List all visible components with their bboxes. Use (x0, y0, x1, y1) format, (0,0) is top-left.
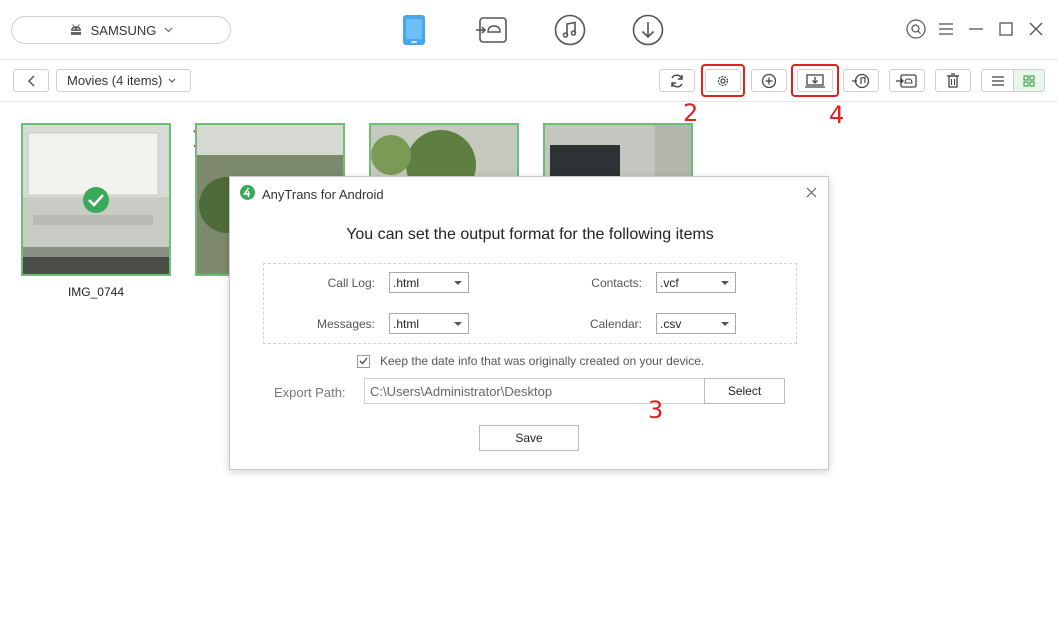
messages-format-value: .html (393, 316, 420, 331)
search-icon[interactable] (906, 18, 926, 40)
minimize-icon[interactable] (966, 18, 986, 40)
grid-view-button[interactable] (1014, 69, 1045, 92)
maximize-icon[interactable] (996, 18, 1016, 40)
annotation-4: 4 (829, 101, 845, 129)
app-logo-icon (240, 185, 255, 203)
refresh-icon (671, 74, 683, 87)
contacts-format-select[interactable]: .vcf (656, 272, 736, 293)
android-icon (69, 24, 83, 36)
dropdown-arrow-icon (454, 281, 462, 285)
export-path-value: C:\Users\Administrator\Desktop (370, 383, 553, 399)
keep-date-checkbox[interactable] (357, 354, 370, 368)
export-highlight (791, 64, 839, 97)
call-log-format-select[interactable]: .html (389, 272, 469, 293)
check-icon (359, 357, 368, 365)
export-path-label: Export Path: (274, 385, 346, 400)
dialog-close-button[interactable] (803, 184, 819, 200)
list-view-icon (991, 75, 1004, 86)
grid-view-icon (1023, 74, 1035, 87)
top-bar: SAMSUNG (0, 0, 1058, 60)
call-log-format-value: .html (393, 275, 420, 290)
add-button[interactable] (751, 69, 787, 92)
messages-format-select[interactable]: .html (389, 313, 469, 334)
thumbnail-label: IMG_0744 (67, 285, 125, 299)
video-thumbnail[interactable] (21, 123, 171, 276)
close-icon[interactable] (1026, 18, 1046, 40)
dropdown-arrow-icon (721, 281, 729, 285)
music-icon[interactable] (551, 11, 589, 49)
contacts-format-value: .vcf (660, 275, 679, 290)
export-to-itunes-button[interactable] (843, 69, 879, 92)
window-controls (906, 18, 1046, 40)
call-log-label: Call Log: (327, 276, 375, 290)
select-path-button[interactable]: Select (704, 378, 785, 404)
dialog-title-bar: AnyTrans for Android (240, 185, 384, 203)
menu-icon[interactable] (936, 18, 956, 40)
folder-dropdown[interactable]: Movies (4 items) (56, 69, 191, 92)
dropdown-arrow-icon (454, 322, 462, 326)
messages-label: Messages: (316, 317, 375, 331)
keep-date-row: Keep the date info that was originally c… (357, 354, 704, 368)
dialog-heading: You can set the output format for the fo… (346, 226, 714, 243)
phone-icon[interactable] (395, 11, 433, 49)
annotation-3: 3 (648, 396, 664, 424)
delete-icon (947, 72, 959, 88)
android-transfer-icon[interactable] (473, 11, 511, 49)
contacts-label: Contacts: (591, 276, 642, 290)
settings-highlight (701, 64, 745, 97)
export-to-itunes-icon (852, 73, 870, 88)
app-window: SAMSUNG Movies (4 items) 2 4 3 IMG_0744 … (0, 0, 1058, 638)
list-view-button[interactable] (981, 69, 1014, 92)
output-format-dialog: AnyTrans for Android You can set the out… (229, 176, 829, 470)
save-button[interactable]: Save (479, 425, 579, 451)
export-to-device-icon (896, 73, 917, 88)
back-button[interactable] (13, 69, 49, 92)
add-icon (761, 73, 777, 88)
chevron-down-icon (164, 27, 173, 33)
toolbar: Movies (4 items) (0, 60, 1058, 102)
dialog-title: AnyTrans for Android (262, 186, 384, 202)
calendar-label: Calendar: (589, 317, 642, 331)
device-selector[interactable]: SAMSUNG (11, 16, 231, 44)
chevron-down-icon (168, 78, 176, 83)
delete-button[interactable] (935, 69, 971, 92)
export-to-device-button[interactable] (889, 69, 925, 92)
main-nav (395, 11, 667, 49)
calendar-format-select[interactable]: .csv (656, 313, 736, 334)
chevron-left-icon (27, 74, 35, 87)
dropdown-arrow-icon (721, 322, 729, 326)
calendar-format-value: .csv (660, 316, 682, 331)
device-name: SAMSUNG (90, 22, 157, 38)
refresh-button[interactable] (659, 69, 695, 92)
keep-date-label: Keep the date info that was originally c… (380, 354, 705, 368)
download-icon[interactable] (629, 11, 667, 49)
close-icon (806, 187, 816, 197)
folder-label: Movies (4 items) (67, 73, 163, 88)
